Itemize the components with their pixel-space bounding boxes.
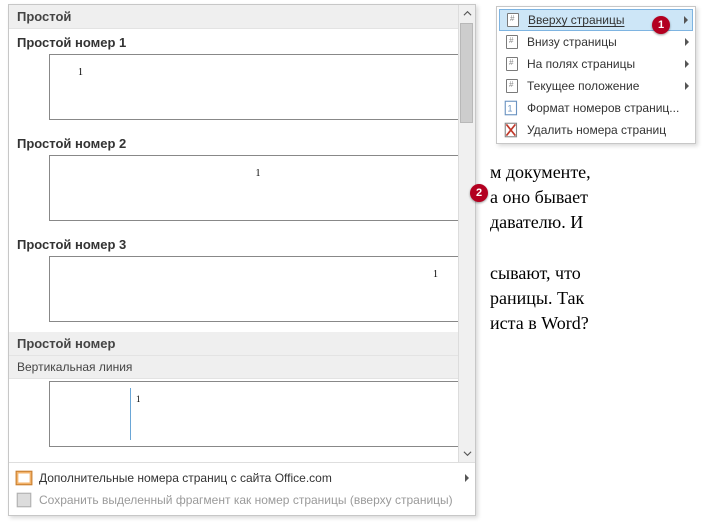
chevron-right-icon	[465, 474, 469, 482]
menu-item-label: Формат номеров страниц...	[527, 101, 689, 115]
footer-more-from-office[interactable]: Дополнительные номера страниц с сайта Of…	[11, 467, 473, 489]
format-icon: 1	[503, 99, 521, 117]
page-number-gallery: Простой Простой номер 1 1 Простой номер …	[8, 4, 476, 516]
menu-item-label: Удалить номера страниц	[527, 123, 689, 137]
gallery-item-vertical-line[interactable]: 1	[49, 381, 467, 447]
menu-item-page-margins[interactable]: На полях страницы	[499, 53, 693, 75]
page-number-sample: 1	[136, 394, 141, 404]
callout-badge-1: 1	[652, 16, 670, 34]
footer-save-selection: Сохранить выделенный фрагмент как номер …	[11, 489, 473, 511]
page-number-sample: 1	[256, 168, 261, 179]
gallery-group-header: Простой	[9, 5, 475, 29]
gallery-scroll-area: Простой Простой номер 1 1 Простой номер …	[9, 5, 475, 462]
gallery-item-simple-3[interactable]: 1	[49, 256, 467, 322]
page-bottom-icon	[503, 33, 521, 51]
gallery-footer: Дополнительные номера страниц с сайта Of…	[9, 462, 475, 515]
page-margin-icon	[503, 55, 521, 73]
save-icon	[15, 491, 33, 509]
menu-item-label: Текущее положение	[527, 79, 679, 93]
menu-item-label: На полях страницы	[527, 57, 679, 71]
page-current-icon	[503, 77, 521, 95]
gallery-item-simple-2[interactable]: 1	[49, 155, 467, 221]
page-number-sample: 1	[78, 67, 83, 78]
chevron-right-icon	[685, 38, 689, 46]
menu-item-current-position[interactable]: Текущее положение	[499, 75, 693, 97]
menu-item-remove-page-numbers[interactable]: Удалить номера страниц	[499, 119, 693, 141]
svg-text:1: 1	[508, 103, 513, 113]
menu-item-label: Внизу страницы	[527, 35, 679, 49]
footer-label: Дополнительные номера страниц с сайта Of…	[39, 471, 332, 485]
gallery-item-simple-1[interactable]: 1	[49, 54, 467, 120]
gallery-group-header-2: Простой номер	[9, 332, 475, 356]
gallery-item-label: Вертикальная линия	[9, 356, 475, 379]
menu-item-format-page-numbers[interactable]: 1 Формат номеров страниц...	[499, 97, 693, 119]
gallery-scrollbar[interactable]	[458, 5, 475, 462]
document-body-text: м документе, а оно бывает давателю. И сы…	[490, 160, 700, 336]
callout-badge-2: 2	[470, 184, 488, 202]
chevron-right-icon	[684, 16, 688, 24]
delete-icon	[503, 121, 521, 139]
chevron-right-icon	[685, 60, 689, 68]
page-number-sample: 1	[433, 269, 438, 280]
page-top-icon	[504, 11, 522, 29]
office-icon	[15, 469, 33, 487]
scroll-down-button[interactable]	[459, 445, 475, 462]
menu-item-bottom-of-page[interactable]: Внизу страницы	[499, 31, 693, 53]
gallery-item-label: Простой номер 1	[9, 29, 475, 52]
gallery-item-label: Простой номер 3	[9, 231, 475, 254]
scroll-up-button[interactable]	[459, 5, 475, 22]
footer-label: Сохранить выделенный фрагмент как номер …	[39, 493, 453, 507]
gallery-item-label: Простой номер 2	[9, 130, 475, 153]
scroll-thumb[interactable]	[460, 23, 473, 123]
chevron-right-icon	[685, 82, 689, 90]
